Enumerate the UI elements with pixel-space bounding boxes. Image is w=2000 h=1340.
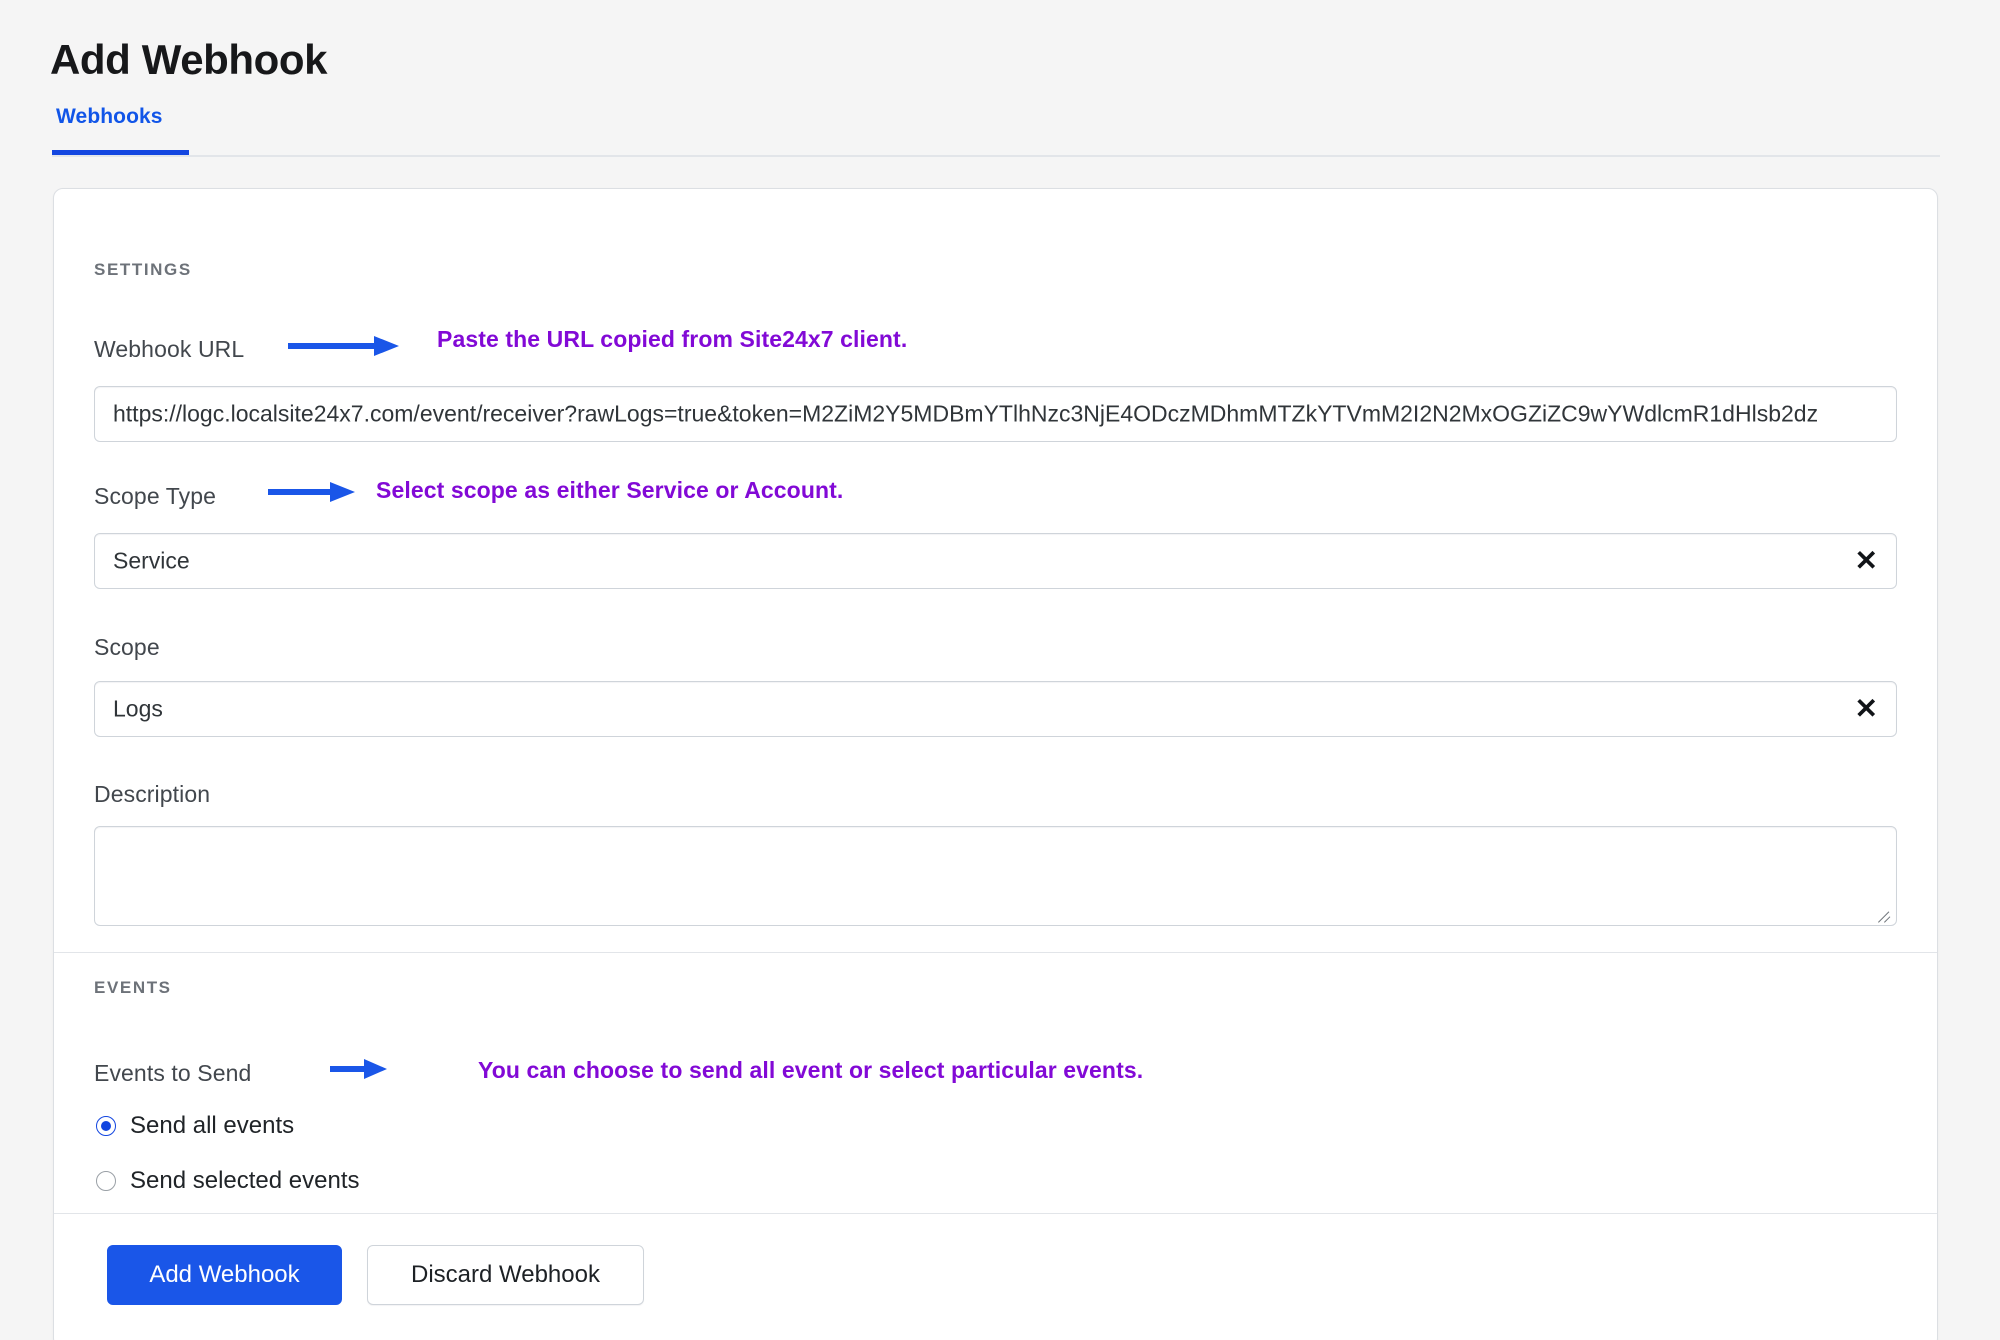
tab-active-indicator	[52, 150, 189, 155]
label-description: Description	[94, 781, 210, 808]
section-divider-events-actions	[54, 1213, 1937, 1214]
radio-indicator-icon[interactable]	[96, 1171, 116, 1191]
label-events-to-send: Events to Send	[94, 1060, 251, 1087]
scope-type-value: Service	[113, 548, 1833, 575]
webhook-url-value: https://logc.localsite24x7.com/event/rec…	[113, 401, 1833, 428]
resize-handle-icon[interactable]	[1878, 908, 1892, 922]
radio-indicator-icon[interactable]	[96, 1116, 116, 1136]
discard-webhook-button[interactable]: Discard Webhook	[367, 1245, 644, 1305]
label-scope: Scope	[94, 634, 160, 661]
close-icon[interactable]: ✕	[1855, 695, 1878, 723]
scope-value: Logs	[113, 696, 1833, 723]
radio-label-send-selected-events: Send selected events	[130, 1167, 360, 1195]
annotation-webhook-url: Paste the URL copied from Site24x7 clien…	[437, 326, 907, 353]
tab-webhooks[interactable]: Webhooks	[52, 105, 167, 143]
radio-send-selected-events[interactable]: Send selected events	[96, 1167, 360, 1195]
page-title: Add Webhook	[50, 36, 327, 84]
annotation-events-to-send: You can choose to send all event or sele…	[478, 1057, 1143, 1084]
tab-bar: Webhooks	[52, 105, 1940, 157]
radio-send-all-events[interactable]: Send all events	[96, 1112, 294, 1140]
close-icon[interactable]: ✕	[1855, 547, 1878, 575]
section-heading-settings: SETTINGS	[94, 260, 192, 280]
description-textarea[interactable]	[94, 826, 1897, 926]
add-webhook-page: Add Webhook Webhooks SETTINGS Webhook UR…	[0, 0, 2000, 1340]
section-divider-settings-events	[54, 952, 1937, 953]
add-webhook-button[interactable]: Add Webhook	[107, 1245, 342, 1305]
scope-type-select[interactable]: Service ✕	[94, 533, 1897, 589]
section-heading-events: EVENTS	[94, 978, 172, 998]
scope-select[interactable]: Logs ✕	[94, 681, 1897, 737]
annotation-scope-type: Select scope as either Service or Accoun…	[376, 477, 843, 504]
webhook-url-input[interactable]: https://logc.localsite24x7.com/event/rec…	[94, 386, 1897, 442]
radio-label-send-all-events: Send all events	[130, 1112, 294, 1140]
label-webhook-url: Webhook URL	[94, 336, 244, 363]
label-scope-type: Scope Type	[94, 483, 216, 510]
